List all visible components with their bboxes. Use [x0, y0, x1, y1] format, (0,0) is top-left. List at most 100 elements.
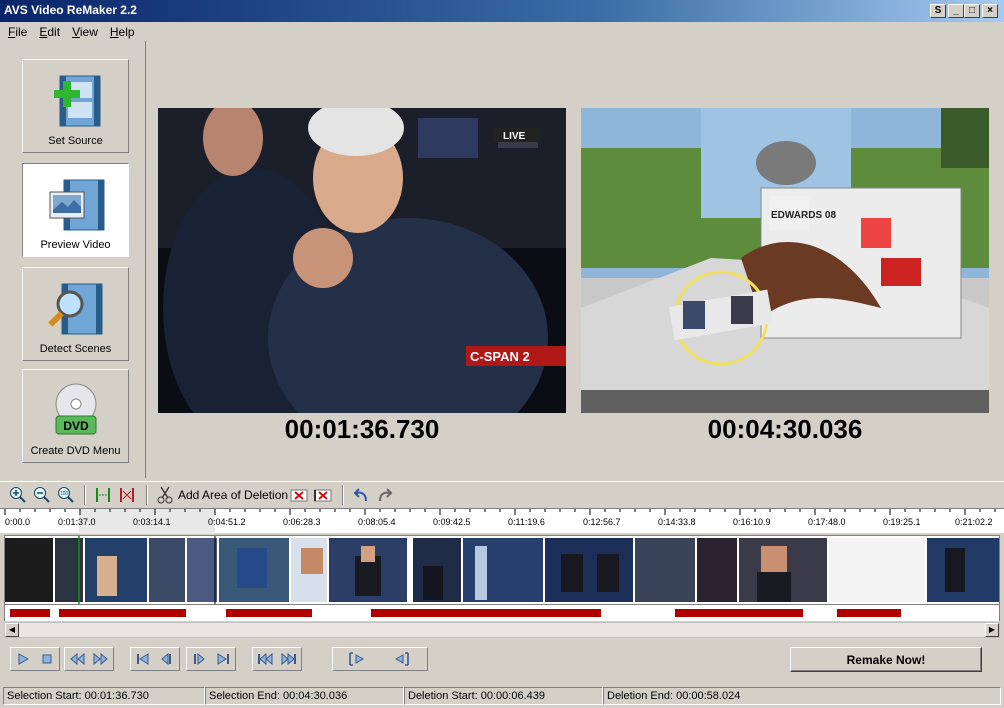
rewind-icon: [70, 652, 85, 666]
edwards-sign: EDWARDS 08: [771, 210, 836, 221]
frame-back-group: [130, 647, 180, 671]
ruler-tick-label: 0:14:33.8: [658, 517, 696, 527]
zoom-fit-icon[interactable]: 100: [57, 486, 75, 504]
menu-help[interactable]: Help: [104, 25, 141, 39]
minimize-button[interactable]: _: [948, 4, 964, 18]
film-magnifier-icon: [47, 283, 102, 335]
dvd-disc-icon: DVD: [55, 383, 96, 435]
scroll-right-button[interactable]: ▶: [985, 623, 999, 637]
frame-forward-group: [186, 647, 236, 671]
scissors-icon[interactable]: [156, 486, 174, 504]
deletion-track[interactable]: [4, 605, 1000, 621]
play-button[interactable]: [11, 648, 35, 670]
menu-file[interactable]: File: [2, 25, 33, 39]
play-stop-group: [10, 647, 60, 671]
left-timecode: 00:01:36.730: [284, 414, 440, 444]
ruler-tick-label: 0:06:28.3: [283, 517, 321, 527]
set-selection-icon[interactable]: [94, 486, 112, 504]
scene-filmstrip[interactable]: [4, 535, 1000, 605]
marker-group: [332, 647, 428, 671]
step-forward-icon: [194, 652, 205, 666]
deletion-area[interactable]: [10, 609, 50, 617]
deletion-area[interactable]: [226, 609, 312, 617]
detect-scenes-label: Detect Scenes: [39, 343, 112, 355]
svg-text:100: 100: [60, 491, 69, 497]
undo-icon[interactable]: [352, 486, 370, 504]
title-bar[interactable]: AVS Video ReMaker 2.2 S _ □ ×: [0, 0, 1004, 22]
go-to-end-button[interactable]: [211, 648, 235, 670]
remake-now-button[interactable]: Remake Now!: [790, 647, 982, 672]
clear-selection-icon[interactable]: [118, 486, 136, 504]
ruler-tick-label: 0:11:19.6: [508, 517, 545, 527]
right-timecode: 00:04:30.036: [707, 414, 863, 444]
filmstrip-thumbnails: [5, 536, 999, 604]
ruler-tick-label: 0:08:05.4: [358, 517, 396, 527]
menu-view[interactable]: View: [66, 25, 104, 39]
app-window: AVS Video ReMaker 2.2 S _ □ × File Edit …: [0, 0, 1004, 708]
ruler-tick-label: 0:01:37.0: [58, 517, 96, 527]
scroll-left-button[interactable]: ◀: [5, 623, 19, 637]
live-badge: LIVE: [503, 131, 526, 142]
selection-start-status: Selection Start: 00:01:36.730: [3, 687, 205, 705]
set-start-marker-button[interactable]: [333, 648, 379, 670]
selection-end-status: Selection End: 00:04:30.036: [205, 687, 404, 705]
previous-frame-button[interactable]: [155, 648, 179, 670]
create-dvd-menu-button[interactable]: DVD Create DVD Menu: [22, 369, 129, 463]
skip-start-icon: [137, 653, 149, 665]
fast-forward-icon: [93, 652, 108, 666]
right-video-frame[interactable]: EDWARDS 08: [581, 108, 989, 413]
timeline-ruler[interactable]: 0:00.0 0:01:37.0 0:03:14.1 0:04:51.2 0:0…: [0, 508, 1004, 534]
right-video-image: EDWARDS 08: [581, 108, 989, 413]
previous-scene-button[interactable]: [253, 648, 277, 670]
ruler-tick-label: 0:00.0: [5, 517, 31, 527]
next-frame-button[interactable]: [187, 648, 211, 670]
previous-scene-icon: [258, 652, 273, 666]
rewind-button[interactable]: [65, 648, 89, 670]
set-end-marker-button[interactable]: [379, 648, 425, 670]
set-source-button[interactable]: Set Source: [22, 59, 129, 153]
menu-edit[interactable]: Edit: [33, 25, 66, 39]
maximize-button[interactable]: □: [964, 4, 980, 18]
detect-scenes-button[interactable]: Detect Scenes: [22, 267, 129, 361]
preview-video-button[interactable]: Preview Video: [22, 163, 129, 257]
ruler-tick-label: 0:19:25.1: [883, 517, 921, 527]
stop-button[interactable]: [35, 648, 59, 670]
deletion-start-status: Deletion Start: 00:00:06.439: [404, 687, 603, 705]
deletion-area[interactable]: [675, 609, 803, 617]
timeline-scrollbar[interactable]: ◀ ▶: [4, 622, 1000, 638]
svg-text:DVD: DVD: [63, 419, 89, 433]
film-add-icon: [53, 75, 100, 127]
ruler-tick-label: 0:12:56.7: [583, 517, 621, 527]
delete-area-icon[interactable]: [290, 486, 308, 504]
marker-end-icon: [394, 652, 409, 666]
cspan-badge: C-SPAN 2: [470, 349, 530, 364]
toolbar-separator: [146, 485, 148, 505]
zoom-out-icon[interactable]: [33, 486, 51, 504]
scene-nav-group: [252, 647, 302, 671]
step-back-icon: [161, 652, 171, 666]
fast-forward-button[interactable]: [89, 648, 113, 670]
next-scene-icon: [281, 652, 296, 666]
ruler-tick-label: 0:04:51.2: [208, 517, 246, 527]
add-area-of-deletion-button[interactable]: Add Area of Deletion: [178, 488, 288, 502]
redo-icon[interactable]: [376, 486, 394, 504]
ruler-tick-label: 0:21:02.2: [955, 517, 993, 527]
marker-start-icon: [349, 652, 365, 666]
ruler-tick-label: 0:16:10.9: [733, 517, 771, 527]
go-to-start-button[interactable]: [131, 648, 155, 670]
next-scene-button[interactable]: [277, 648, 301, 670]
window-title: AVS Video ReMaker 2.2: [4, 3, 137, 17]
left-video-image: LIVE C-SPAN 2: [158, 108, 566, 413]
deletion-area[interactable]: [371, 609, 601, 617]
skin-button[interactable]: S: [930, 4, 946, 18]
ruler-tick-label: 0:17:48.0: [808, 517, 846, 527]
preview-area: LIVE C-SPAN 2 EDWARDS 08 00:01:36.730 00…: [147, 41, 1004, 478]
set-source-label: Set Source: [48, 135, 103, 147]
zoom-in-icon[interactable]: [9, 486, 27, 504]
left-video-frame[interactable]: LIVE C-SPAN 2: [158, 108, 566, 413]
delete-all-areas-icon[interactable]: [314, 486, 332, 504]
play-icon: [18, 653, 30, 665]
deletion-area[interactable]: [837, 609, 901, 617]
close-button[interactable]: ×: [982, 4, 998, 18]
deletion-area[interactable]: [59, 609, 186, 617]
